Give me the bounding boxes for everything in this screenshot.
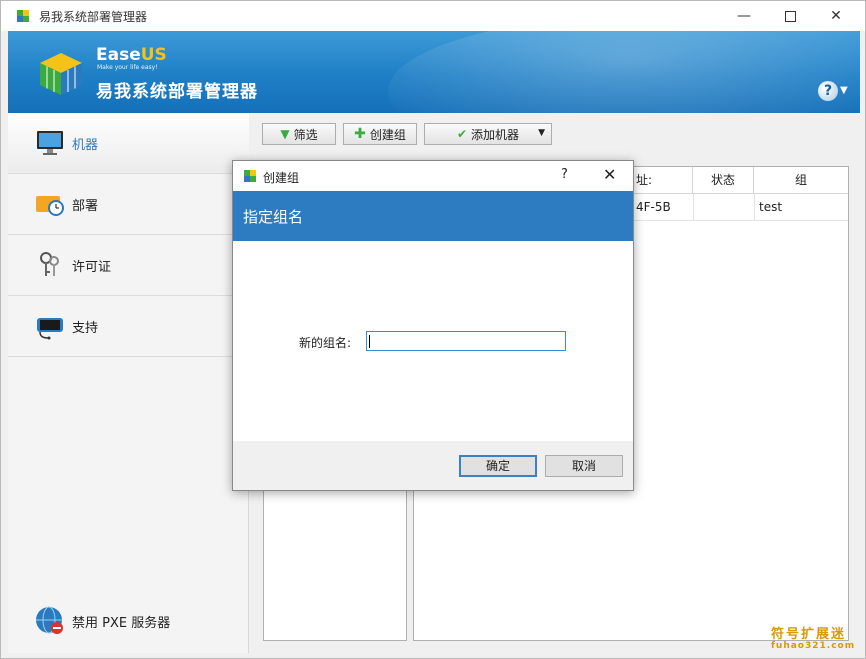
dialog-close-button[interactable]: ✕ [603, 165, 616, 184]
add-machine-button[interactable]: ✔ 添加机器 ▼ [424, 123, 552, 145]
help-icon[interactable]: ? [818, 81, 838, 101]
sidebar-item-support[interactable]: 支持 [8, 296, 249, 357]
watermark: 符号扩展迷 fuhao321.com [771, 627, 856, 651]
dialog-heading: 指定组名 [243, 208, 304, 226]
headset-icon [37, 318, 63, 340]
cell-group: test [754, 194, 848, 221]
brand-tagline: Make your life easy! [97, 64, 158, 71]
deploy-clock-icon [36, 196, 64, 216]
text-caret [369, 335, 370, 348]
window-title: 易我系统部署管理器 [39, 10, 148, 24]
easeus-logo-icon [40, 53, 82, 95]
sidebar-item-label: 许可证 [72, 259, 112, 275]
close-button[interactable]: ✕ [813, 1, 859, 31]
add-machine-label: 添加机器 [471, 127, 520, 142]
sidebar: 机器 部署 许可证 支持 禁用 PXE 服务器 [8, 113, 249, 653]
product-name: 易我系统部署管理器 [96, 82, 258, 102]
column-header-group[interactable]: 组 [754, 167, 848, 194]
sidebar-item-deploy[interactable]: 部署 [8, 174, 249, 235]
sidebar-item-label: 支持 [72, 320, 99, 336]
dialog-title-bar: 创建组 ? ✕ [233, 161, 633, 191]
easeus-cube-icon [17, 10, 29, 22]
maximize-button[interactable] [767, 1, 813, 31]
checkmark-icon: ✔ [456, 127, 468, 141]
header-banner: EaseUS Make your life easy! 易我系统部署管理器 ? … [8, 31, 860, 113]
column-header-status[interactable]: 状态 [693, 167, 754, 194]
brand-logo-text: EaseUS [96, 45, 167, 65]
create-group-button[interactable]: ✚ 创建组 [343, 123, 417, 145]
globe-disable-icon [36, 606, 63, 634]
chevron-down-icon[interactable]: ▼ [538, 128, 545, 138]
dialog-help-button[interactable]: ? [561, 167, 568, 182]
ok-button[interactable]: 确定 [459, 455, 537, 477]
cancel-button[interactable]: 取消 [545, 455, 623, 477]
close-icon: ✕ [830, 8, 842, 24]
cell-status [693, 194, 754, 221]
disable-pxe-button[interactable]: 禁用 PXE 服务器 [34, 605, 170, 637]
banner-decoration [388, 31, 860, 113]
filter-label: 筛选 [293, 127, 318, 142]
monitor-icon [37, 131, 63, 155]
keys-icon [40, 252, 59, 276]
plus-icon: ✚ [354, 126, 366, 142]
sidebar-item-machines[interactable]: 机器 [8, 113, 249, 174]
filter-button[interactable]: ▼ 筛选 [262, 123, 336, 145]
dialog-body: 新的组名: [233, 241, 633, 441]
create-group-dialog: 创建组 ? ✕ 指定组名 新的组名: 确定 取消 [232, 160, 634, 491]
easeus-cube-icon [244, 170, 256, 182]
filter-icon: ▼ [280, 127, 290, 141]
sidebar-item-label: 机器 [72, 137, 99, 153]
group-name-label: 新的组名: [299, 336, 352, 350]
minimize-icon: — [737, 8, 751, 24]
group-name-input[interactable] [366, 331, 566, 351]
dialog-title: 创建组 [263, 171, 300, 185]
disable-pxe-label: 禁用 PXE 服务器 [72, 615, 171, 631]
dialog-header: 指定组名 [233, 191, 633, 241]
toolbar: ▼ 筛选 ✚ 创建组 ✔ 添加机器 ▼ [250, 113, 860, 153]
create-group-label: 创建组 [369, 127, 406, 142]
maximize-icon [784, 10, 796, 22]
sidebar-item-label: 部署 [72, 198, 99, 214]
sidebar-item-license[interactable]: 许可证 [8, 235, 249, 296]
minimize-button[interactable]: — [721, 1, 767, 31]
dialog-footer: 确定 取消 [233, 441, 633, 490]
title-bar: 易我系统部署管理器 — ✕ [1, 1, 865, 31]
chevron-down-icon[interactable]: ▼ [840, 85, 848, 96]
